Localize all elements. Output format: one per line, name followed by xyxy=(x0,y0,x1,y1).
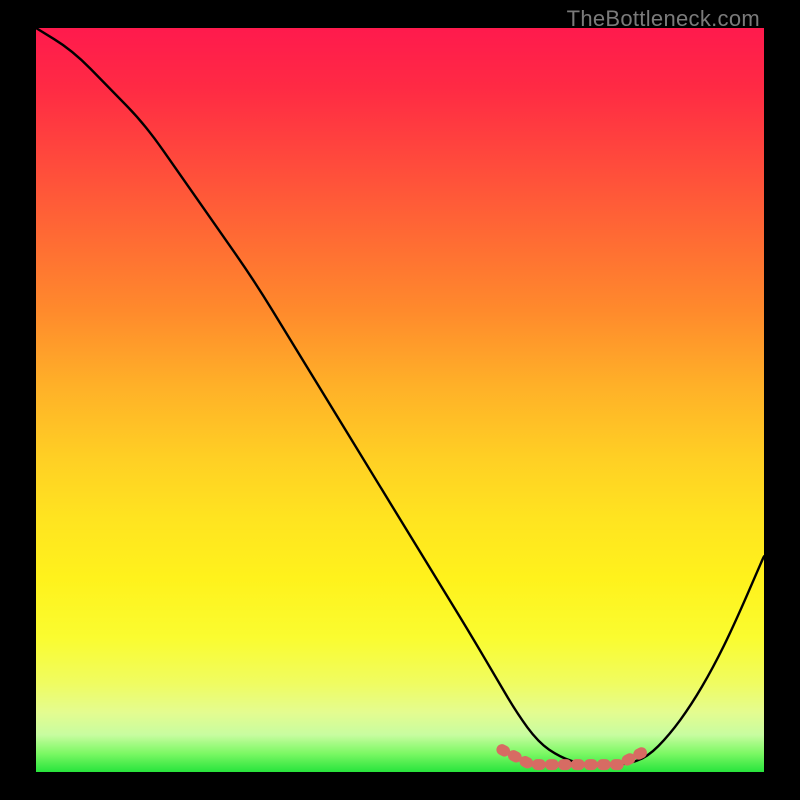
curve-path xyxy=(36,28,764,765)
bottleneck-curve-line xyxy=(36,28,764,765)
chart-frame: TheBottleneck.com xyxy=(0,0,800,800)
highlight-path xyxy=(502,750,648,765)
chart-svg xyxy=(36,28,764,772)
chart-plot-area xyxy=(36,28,764,772)
highlight-band-line xyxy=(502,750,648,765)
